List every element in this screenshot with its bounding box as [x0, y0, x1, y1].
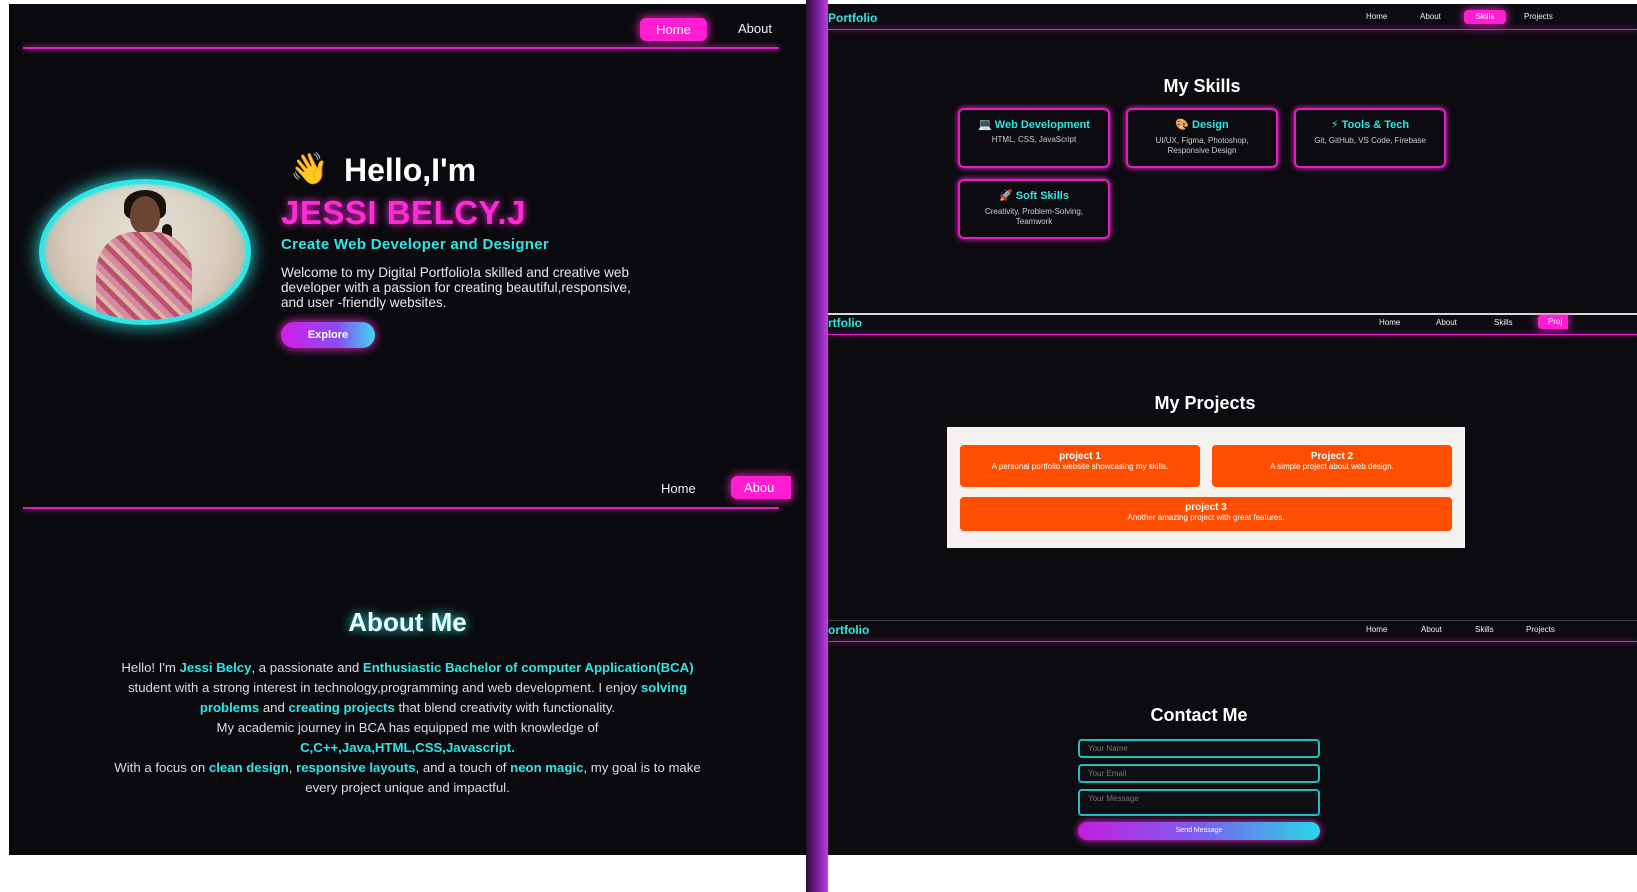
about-nav-divider	[23, 507, 779, 509]
greeting: Hello,I'm	[344, 152, 477, 188]
skill-card-tools[interactable]: ⚡ Tools & Tech Git, GitHub, VS Code, Fir…	[1294, 108, 1446, 168]
project-card-1[interactable]: project 1 A personal portfolio website s…	[960, 445, 1200, 487]
wave-icon: 👋	[290, 151, 329, 186]
skills-nav-projects[interactable]: Projects	[1524, 12, 1553, 21]
panel-divider	[806, 0, 828, 892]
hero-role: Create Web Developer and Designer	[281, 236, 550, 253]
brand-logo[interactable]: Portfolio	[828, 11, 877, 25]
send-message-button[interactable]: Send Message	[1078, 822, 1320, 840]
hero-intro: Welcome to my Digital Portfolio!a skille…	[281, 265, 631, 310]
brand-logo-3[interactable]: ortfolio	[828, 623, 869, 637]
avatar	[39, 179, 251, 325]
skills-nav-about[interactable]: About	[1420, 12, 1441, 21]
hero-name: JESSI BELCY.J	[281, 194, 526, 231]
nav-home-active[interactable]: Home	[640, 18, 707, 41]
brand-logo-2[interactable]: rtfolio	[828, 316, 862, 330]
project-card-3[interactable]: project 3 Another amazing project with g…	[960, 497, 1452, 531]
nav-about-active[interactable]: Abou	[731, 476, 791, 499]
about-section: About Me Hello! I'm Jessi Belcy, a passi…	[9, 507, 806, 855]
nav-divider	[23, 47, 779, 49]
nav-home-2[interactable]: Home	[661, 481, 696, 496]
projects-container: project 1 A personal portfolio website s…	[947, 427, 1465, 548]
projects-nav-active[interactable]: Proj	[1538, 315, 1568, 329]
skills-nav-divider	[828, 29, 1637, 30]
laptop-icon: 💻	[978, 119, 992, 131]
nav-about[interactable]: About	[738, 21, 772, 36]
about-line-1: Hello! I'm Jessi Belcy, a passionate and…	[121, 660, 694, 675]
contact-section: ortfolio Home About Skills Projects Cont…	[828, 620, 1637, 855]
about-line-6: With a focus on clean design, responsive…	[114, 760, 701, 775]
projects-heading: My Projects	[1154, 393, 1256, 413]
email-input[interactable]	[1078, 764, 1320, 783]
skill-card-design[interactable]: 🎨 Design UI/UX, Figma, Photoshop, Respon…	[1126, 108, 1278, 168]
skill-card-web[interactable]: 💻 Web Development HTML, CSS, JavaScript	[958, 108, 1110, 168]
about-line-3: problems and creating projects that blen…	[199, 700, 616, 715]
about-line-5: C,C++,Java,HTML,CSS,Javascript.	[300, 740, 515, 755]
about-line-7: every project unique and impactful.	[305, 780, 510, 795]
contact-nav-home[interactable]: Home	[1366, 625, 1387, 634]
projects-nav-about[interactable]: About	[1436, 318, 1457, 327]
about-line-2: student with a strong interest in techno…	[127, 680, 688, 695]
rocket-icon: 🚀	[999, 190, 1013, 202]
skill-card-soft[interactable]: 🚀 Soft Skills Creativity, Problem-Solvin…	[958, 179, 1110, 239]
contact-nav-about[interactable]: About	[1421, 625, 1442, 634]
name-input[interactable]	[1078, 739, 1320, 758]
projects-nav-home[interactable]: Home	[1379, 318, 1400, 327]
projects-top-edge	[828, 313, 1637, 315]
project-card-2[interactable]: Project 2 A simple project about web des…	[1212, 445, 1452, 487]
contact-nav-projects[interactable]: Projects	[1526, 625, 1555, 634]
explore-button[interactable]: Explore	[281, 322, 375, 348]
projects-nav-divider	[828, 334, 1637, 335]
projects-section: rtfolio Home About Skills Proj My Projec…	[828, 313, 1637, 620]
contact-nav-skills[interactable]: Skills	[1475, 625, 1494, 634]
message-input[interactable]	[1078, 789, 1320, 816]
skills-nav-home[interactable]: Home	[1366, 12, 1387, 21]
about-heading: About Me	[348, 607, 467, 637]
skills-section: Portfolio Home About Skills Projects My …	[828, 4, 1637, 313]
about-line-4: My academic journey in BCA has equipped …	[216, 720, 599, 735]
hero-section: Home About 👋 Hello,I'm JESSI BELCY.J Cre…	[9, 4, 806, 507]
skills-nav-skills-active[interactable]: Skills	[1464, 10, 1506, 24]
contact-nav-divider	[828, 641, 1637, 642]
skills-heading: My Skills	[1163, 76, 1241, 96]
lightning-icon: ⚡	[1330, 119, 1339, 131]
palette-icon: 🎨	[1175, 119, 1189, 131]
projects-nav-skills[interactable]: Skills	[1494, 318, 1513, 327]
contact-top-edge	[828, 620, 1637, 621]
contact-heading: Contact Me	[1150, 705, 1248, 725]
